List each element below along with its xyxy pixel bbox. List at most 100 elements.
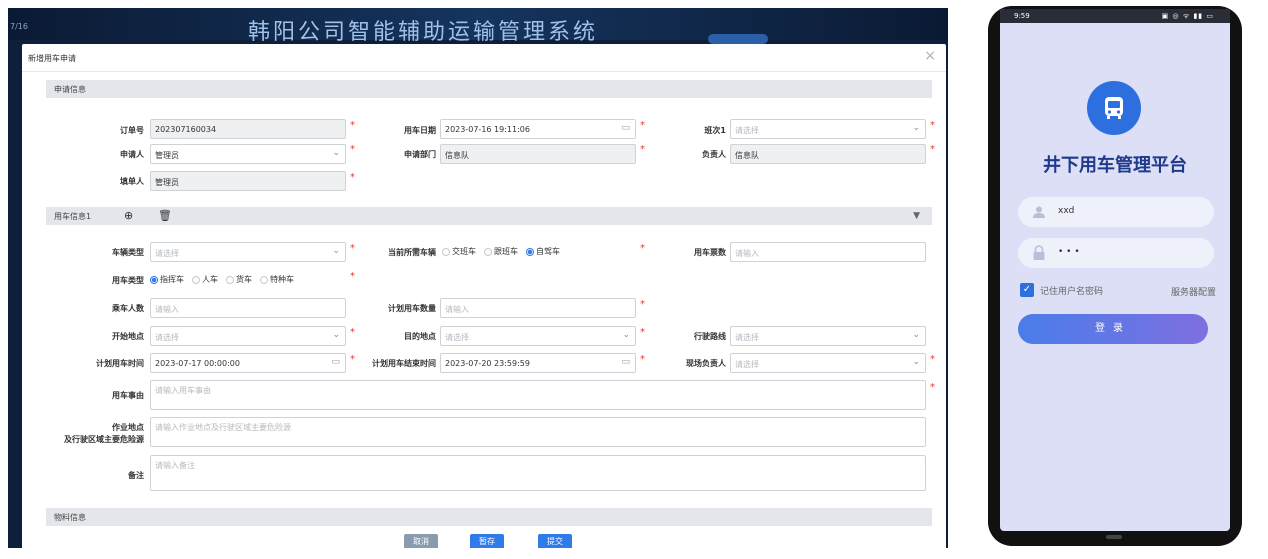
destination-label: 目的地点 bbox=[404, 332, 436, 341]
plan-start-value: 2023-07-17 00:00:00 bbox=[155, 359, 240, 368]
required-mark: * bbox=[930, 120, 935, 131]
responsible-value: 信息队 bbox=[735, 151, 759, 160]
use-date-picker[interactable]: 2023-07-16 19:11:06 ▭ bbox=[440, 119, 636, 139]
responsible-label: 负责人 bbox=[702, 150, 726, 159]
password-value: • • • bbox=[1058, 247, 1080, 257]
applicant-value: 管理员 bbox=[155, 151, 179, 160]
required-mark: * bbox=[350, 172, 355, 183]
phone-frame: 9:59 ▣ ◎ ᯤ ▮▮ ▭ 井下用车管理平台 xxd • • • ✓ 记住用… bbox=[988, 6, 1242, 546]
vehicle-type-label: 车辆类型 bbox=[112, 248, 144, 257]
vehicle-type-select[interactable]: 请选择 ⌄ bbox=[150, 242, 346, 262]
calendar-icon: ▭ bbox=[621, 357, 630, 367]
passengers-placeholder: 请输入 bbox=[155, 305, 179, 314]
status-icons: ▣ ◎ ᯤ ▮▮ ▭ bbox=[1161, 12, 1214, 20]
password-input[interactable]: • • • bbox=[1018, 238, 1214, 268]
banner-pill[interactable] bbox=[708, 34, 768, 44]
required-mark: * bbox=[930, 354, 935, 365]
chevron-down-icon: ⌄ bbox=[912, 123, 920, 133]
route-select[interactable]: 请选择 ⌄ bbox=[730, 326, 926, 346]
submit-button[interactable]: 提交 bbox=[538, 534, 572, 548]
plan-start-label: 计划用车时间 bbox=[96, 359, 144, 368]
radio-command[interactable] bbox=[150, 275, 158, 284]
remark-textarea[interactable]: 请输入备注 bbox=[150, 455, 926, 491]
radio-special[interactable] bbox=[260, 275, 268, 284]
radio-label: 指挥车 bbox=[160, 275, 184, 284]
calendar-icon: ▭ bbox=[621, 123, 630, 133]
apply-dept-value: 信息队 bbox=[445, 151, 469, 160]
chevron-down-icon: ⌄ bbox=[332, 148, 340, 158]
calendar-icon: ▭ bbox=[331, 357, 340, 367]
server-config-link[interactable]: 服务器配置 bbox=[1171, 285, 1216, 298]
remark-label: 备注 bbox=[128, 471, 144, 480]
section-label: 用车信息1 bbox=[54, 212, 92, 221]
desktop-window: 7/16 韩阳公司智能辅助运输管理系统 新增用车申请 × 申请信息 订单号 20… bbox=[8, 8, 948, 548]
start-place-select[interactable]: 请选择 ⌄ bbox=[150, 326, 346, 346]
work-site-placeholder: 请输入作业地点及行驶区域主要危险源 bbox=[155, 423, 291, 432]
radio-self-drive[interactable] bbox=[526, 247, 534, 256]
applicant-select[interactable]: 管理员 ⌄ bbox=[150, 144, 346, 164]
trash-icon[interactable]: 🗑 bbox=[158, 209, 172, 222]
radio-label: 自驾车 bbox=[536, 247, 560, 256]
route-placeholder: 请选择 bbox=[735, 333, 759, 342]
collapse-triangle-icon[interactable]: ▼ bbox=[913, 211, 920, 221]
plan-count-placeholder: 请输入 bbox=[445, 305, 469, 314]
login-button[interactable]: 登录 bbox=[1018, 314, 1208, 344]
plan-start-picker[interactable]: 2023-07-17 00:00:00 ▭ bbox=[150, 353, 346, 373]
status-bar: 9:59 ▣ ◎ ᯤ ▮▮ ▭ bbox=[1000, 9, 1230, 23]
apply-dept-label: 申请部门 bbox=[404, 150, 436, 159]
radio-handover[interactable] bbox=[442, 247, 450, 256]
apply-dept-field: 信息队 bbox=[440, 144, 636, 164]
work-site-label-1: 作业地点 bbox=[112, 423, 144, 432]
destination-select[interactable]: 请选择 ⌄ bbox=[440, 326, 636, 346]
page: 7/16 韩阳公司智能辅助运输管理系统 新增用车申请 × 申请信息 订单号 20… bbox=[0, 0, 1268, 559]
filler-value: 管理员 bbox=[155, 178, 179, 187]
site-owner-placeholder: 请选择 bbox=[735, 360, 759, 369]
chevron-down-icon: ⌄ bbox=[912, 330, 920, 340]
chevron-down-icon: ⌄ bbox=[622, 330, 630, 340]
work-site-label-2: 及行驶区域主要危险源 bbox=[64, 435, 144, 444]
required-mark: * bbox=[640, 144, 645, 155]
close-icon[interactable]: × bbox=[924, 48, 936, 64]
shift-select[interactable]: 请选择 ⌄ bbox=[730, 119, 926, 139]
shift-label: 班次1 bbox=[704, 126, 726, 135]
work-site-textarea[interactable]: 请输入作业地点及行驶区域主要危险源 bbox=[150, 417, 926, 447]
plan-count-label: 计划用车数量 bbox=[388, 304, 436, 313]
radio-person[interactable] bbox=[192, 275, 200, 284]
order-no-value: 202307160034 bbox=[155, 125, 217, 134]
home-indicator bbox=[1106, 535, 1122, 539]
check-icon: ✓ bbox=[1020, 283, 1034, 297]
lock-icon bbox=[1032, 245, 1046, 265]
plan-end-picker[interactable]: 2023-07-20 23:59:59 ▭ bbox=[440, 353, 636, 373]
radio-label: 货车 bbox=[236, 275, 252, 284]
cancel-button[interactable]: 取消 bbox=[404, 534, 438, 548]
use-type-radio-group: 指挥车 人车 货车 特种车 bbox=[144, 274, 294, 285]
radio-label: 人车 bbox=[202, 275, 218, 284]
passengers-label: 乘车人数 bbox=[112, 304, 144, 313]
reason-textarea[interactable]: 请输入用车事由 bbox=[150, 380, 926, 410]
site-owner-select[interactable]: 请选择 ⌄ bbox=[730, 353, 926, 373]
shift-placeholder: 请选择 bbox=[735, 126, 759, 135]
passengers-input[interactable]: 请输入 bbox=[150, 298, 346, 318]
add-circle-icon[interactable]: ⊕ bbox=[124, 209, 133, 222]
radio-label: 跟班车 bbox=[494, 247, 518, 256]
chevron-down-icon: ⌄ bbox=[332, 246, 340, 256]
start-place-label: 开始地点 bbox=[112, 332, 144, 341]
app-title: 井下用车管理平台 bbox=[1043, 155, 1187, 176]
save-draft-button[interactable]: 暂存 bbox=[470, 534, 504, 548]
required-mark: * bbox=[350, 354, 355, 365]
radio-follow[interactable] bbox=[484, 247, 492, 256]
remark-placeholder: 请输入备注 bbox=[155, 461, 195, 470]
user-icon bbox=[1032, 204, 1046, 223]
required-mark: * bbox=[930, 144, 935, 155]
required-mark: * bbox=[350, 271, 355, 282]
required-mark: * bbox=[640, 120, 645, 131]
username-input[interactable]: xxd bbox=[1018, 197, 1214, 227]
vehicle-type-placeholder: 请选择 bbox=[155, 249, 179, 258]
radio-label: 交班车 bbox=[452, 247, 476, 256]
banner-corner-text: 7/16 bbox=[10, 22, 28, 31]
ticket-count-input[interactable]: 请输入 bbox=[730, 242, 926, 262]
plan-count-input[interactable]: 请输入 bbox=[440, 298, 636, 318]
radio-cargo[interactable] bbox=[226, 275, 234, 284]
remember-checkbox[interactable]: ✓ 记住用户名密码 bbox=[1020, 283, 1103, 297]
system-title: 韩阳公司智能辅助运输管理系统 bbox=[248, 20, 599, 45]
